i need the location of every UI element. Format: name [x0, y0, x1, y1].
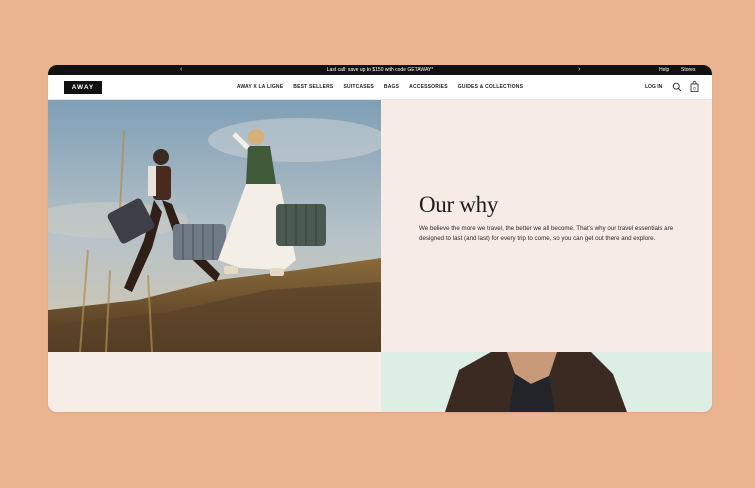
hero-photo-travelers — [48, 100, 381, 352]
hero-text-panel: Our why We believe the more we travel, t… — [381, 100, 712, 352]
lower-left-panel — [48, 352, 381, 412]
hero-image — [48, 100, 381, 352]
nav-item-best-sellers[interactable]: BEST SELLERS — [293, 84, 333, 90]
cart-count: 0 — [693, 86, 696, 91]
announcement-bar: ‹ Last call: save up to $150 with code G… — [48, 65, 712, 75]
announcement-next-arrow[interactable]: › — [578, 65, 580, 74]
nav-item-guides-collections[interactable]: GUIDES & COLLECTIONS — [458, 84, 523, 90]
lower-right-panel — [381, 352, 712, 412]
hero-title: Our why — [419, 192, 499, 217]
nav-item-away-x-la-ligne[interactable]: AWAY X LA LIGNE — [237, 84, 283, 90]
bag-icon[interactable]: 0 — [690, 81, 699, 92]
browser-window: ‹ Last call: save up to $150 with code G… — [48, 65, 712, 412]
stores-link[interactable]: Stores — [681, 65, 695, 75]
nav-item-bags[interactable]: BAGS — [384, 84, 399, 90]
search-icon[interactable] — [672, 82, 682, 92]
main-nav: AWAY AWAY X LA LIGNE BEST SELLERS SUITCA… — [48, 75, 712, 100]
help-link[interactable]: Help — [659, 65, 669, 75]
nav-item-accessories[interactable]: ACCESSORIES — [409, 84, 448, 90]
nav-item-suitcases[interactable]: SUITCASES — [343, 84, 373, 90]
announcement-message[interactable]: Last call: save up to $150 with code GET… — [48, 65, 712, 75]
login-link[interactable]: LOG IN — [645, 75, 662, 99]
hero-body: We believe the more we travel, the bette… — [419, 225, 674, 242]
nav-menu: AWAY X LA LIGNE BEST SELLERS SUITCASES B… — [48, 75, 712, 99]
lower-photo-person — [445, 352, 627, 412]
